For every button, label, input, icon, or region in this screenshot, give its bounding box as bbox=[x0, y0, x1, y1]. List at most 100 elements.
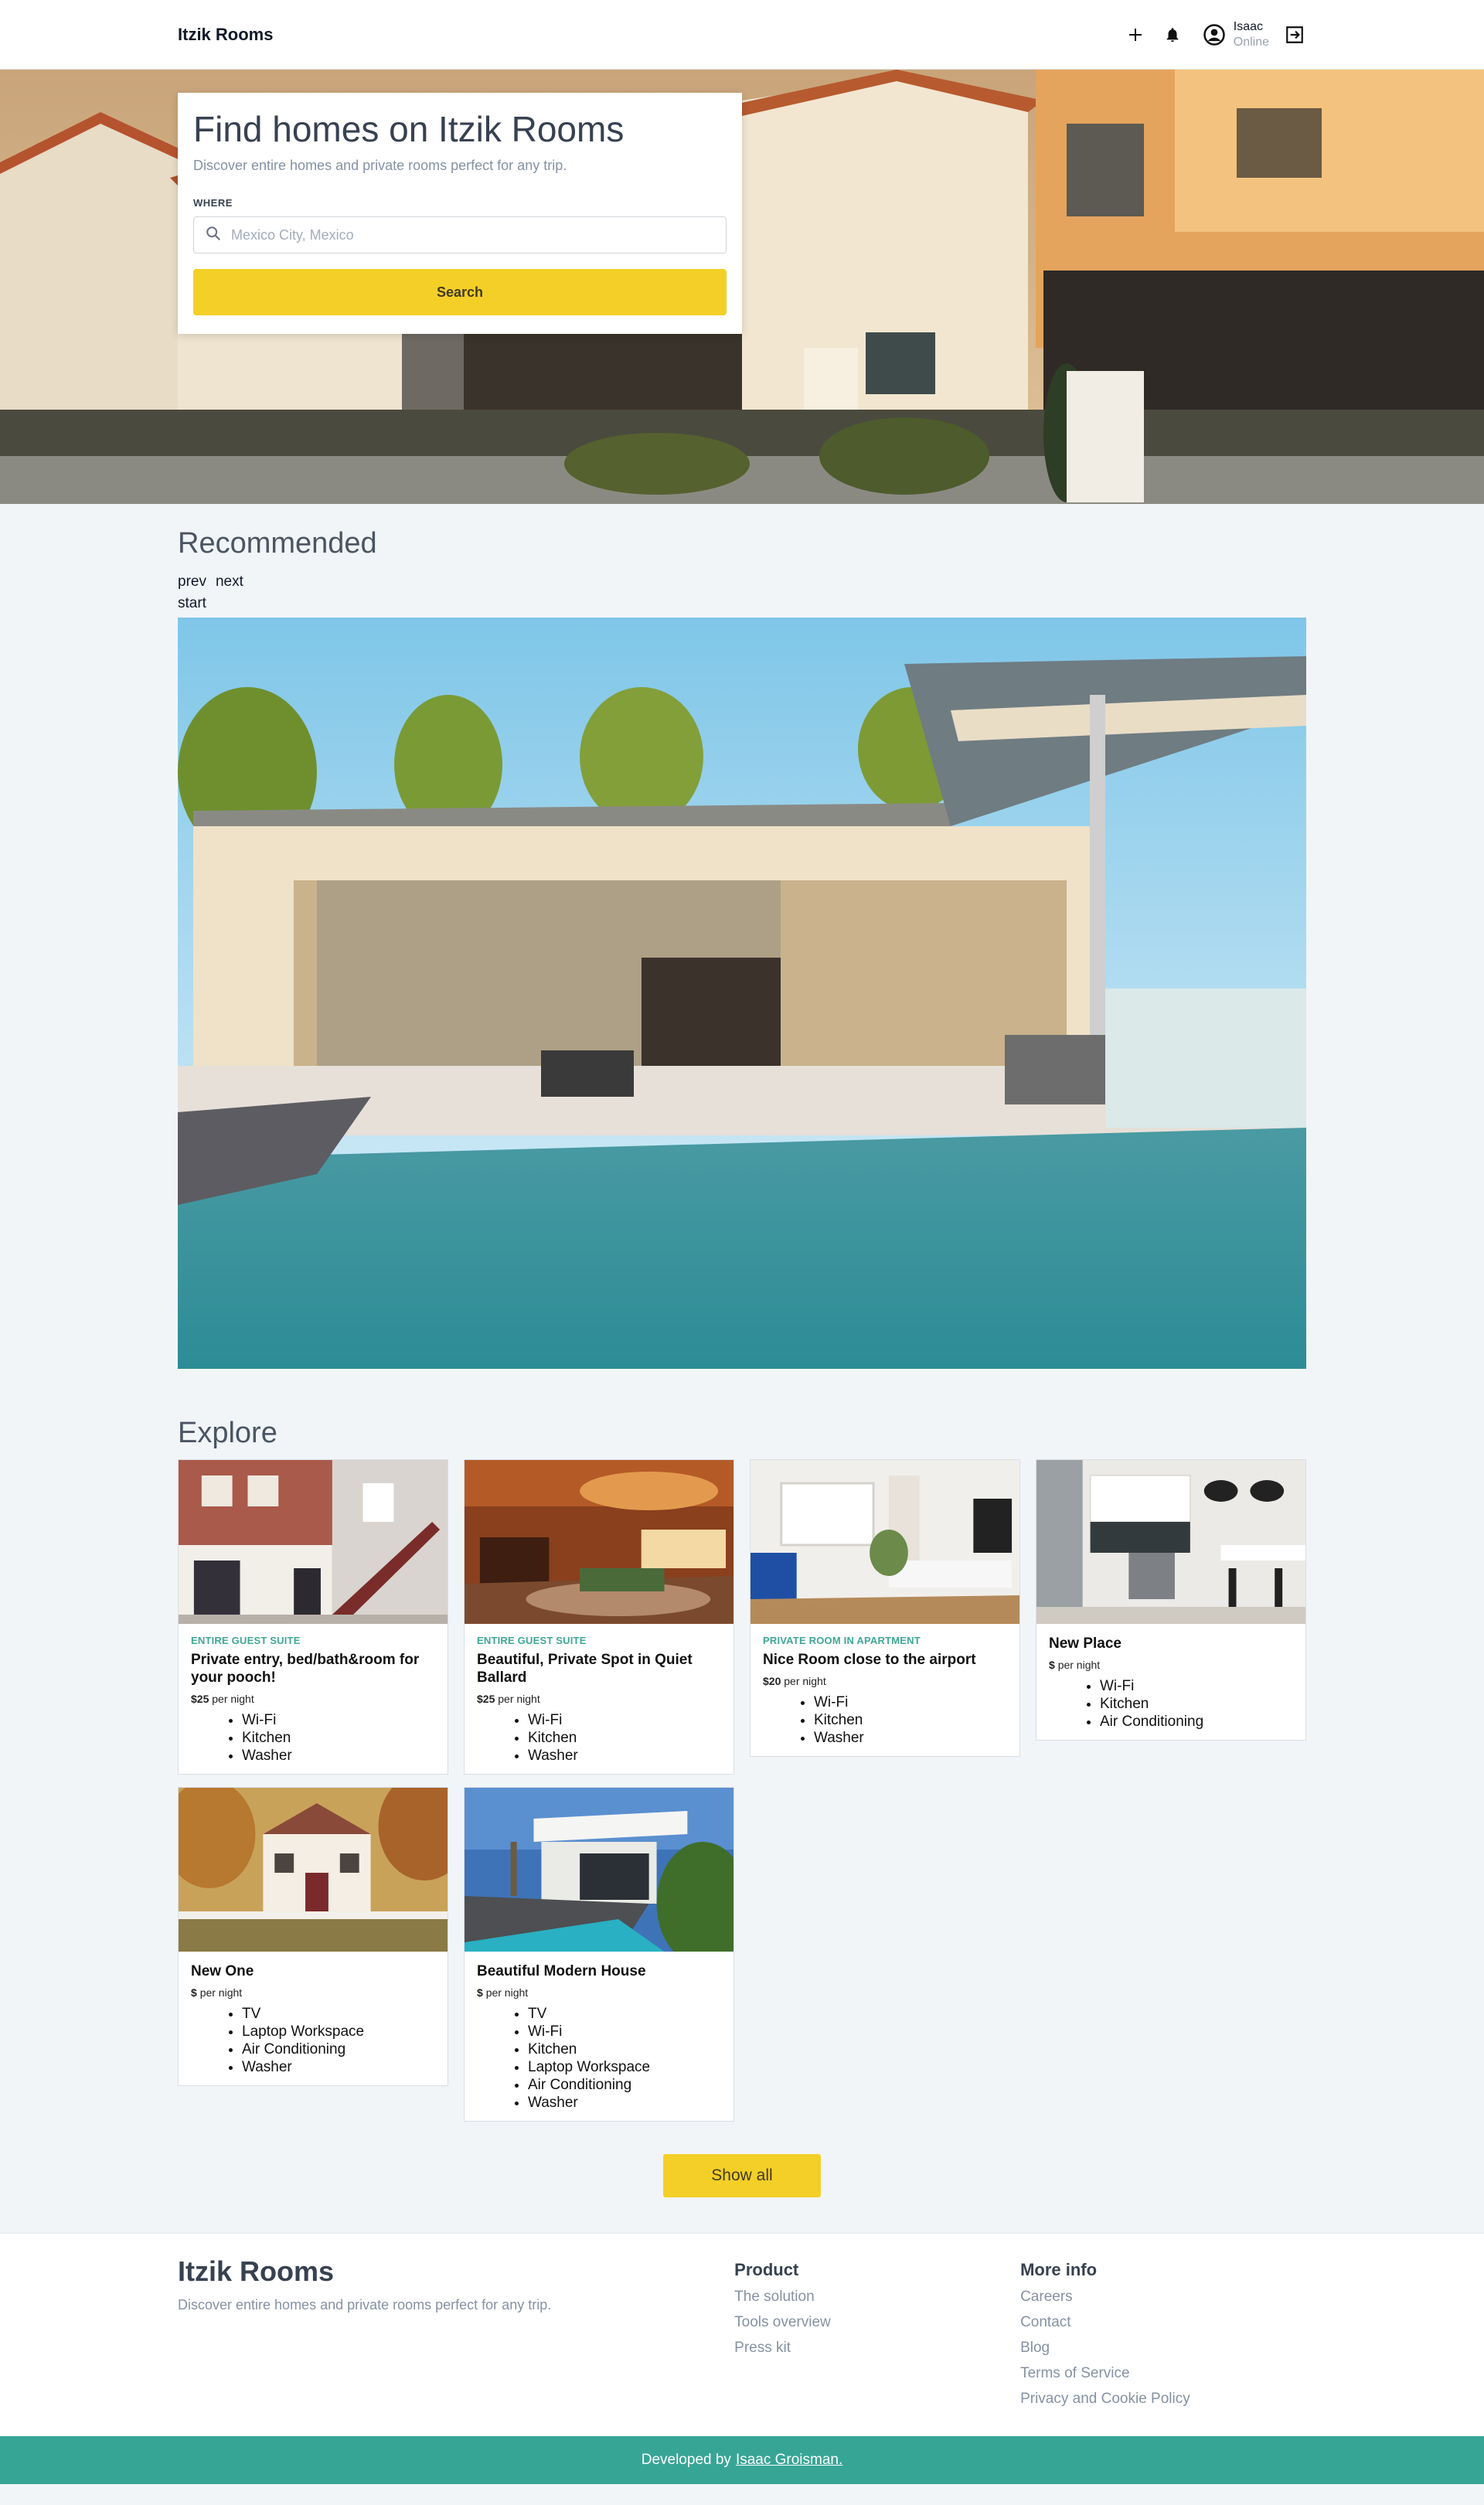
footer-brand-name[interactable]: Itzik Rooms bbox=[178, 2255, 734, 2288]
amenity-item: Kitchen bbox=[528, 1729, 721, 1747]
user-menu[interactable]: Isaac Online bbox=[1203, 19, 1269, 50]
footer-link[interactable]: Careers bbox=[1020, 2289, 1306, 2306]
developer-credit-bar: Developed by Isaac Groisman. bbox=[0, 2436, 1484, 2484]
nav-actions: Isaac Online bbox=[1124, 19, 1306, 50]
amenities-list: Wi-Fi Kitchen Washer bbox=[477, 1711, 721, 1765]
listing-grid: ENTIRE GUEST SUITE Private entry, bed/ba… bbox=[178, 1459, 1306, 2122]
listing-card[interactable]: PRIVATE ROOM IN APARTMENT Nice Room clos… bbox=[750, 1459, 1020, 1757]
top-navbar: Itzik Rooms Isaac Online bbox=[0, 0, 1484, 70]
carousel-prev-button[interactable]: prev bbox=[178, 573, 206, 590]
amenities-list: TV Wi-Fi Kitchen Laptop Workspace Air Co… bbox=[477, 2005, 721, 2112]
footer-brand: Itzik Rooms Discover entire homes and pr… bbox=[178, 2255, 734, 2408]
amenities-list: Wi-Fi Kitchen Washer bbox=[191, 1711, 435, 1765]
listing-body: New One $ per night TV Laptop Workspace … bbox=[179, 1952, 448, 2085]
listing-image bbox=[179, 1460, 448, 1624]
carousel-start-button[interactable]: start bbox=[178, 595, 206, 611]
carousel-controls: prev next start bbox=[178, 571, 1306, 614]
show-all-wrap: Show all bbox=[178, 2154, 1306, 2233]
recommended-section: Recommended prev next start bbox=[0, 504, 1484, 1369]
listing-card[interactable]: ENTIRE GUEST SUITE Private entry, bed/ba… bbox=[178, 1459, 448, 1775]
listing-type: ENTIRE GUEST SUITE bbox=[191, 1635, 301, 1646]
footer-more-column: More info Careers Contact Blog Terms of … bbox=[1020, 2255, 1306, 2408]
footer-tagline: Discover entire homes and private rooms … bbox=[178, 2297, 552, 2313]
where-input[interactable] bbox=[231, 226, 715, 243]
amenity-item: Wi-Fi bbox=[1100, 1677, 1293, 1695]
where-label: WHERE bbox=[193, 197, 233, 209]
where-field[interactable] bbox=[193, 216, 727, 254]
logout-icon[interactable] bbox=[1283, 23, 1306, 46]
footer-product-title: Product bbox=[734, 2260, 799, 2279]
user-name: Isaac bbox=[1233, 20, 1263, 33]
carousel-slide-image[interactable] bbox=[178, 618, 1306, 1369]
price-suffix: per night bbox=[784, 1675, 826, 1687]
hero-subtitle: Discover entire homes and private rooms … bbox=[193, 158, 567, 173]
footer-link[interactable]: Privacy and Cookie Policy bbox=[1020, 2391, 1306, 2408]
footer: Itzik Rooms Discover entire homes and pr… bbox=[0, 2233, 1484, 2436]
listing-body: New Place $ per night Wi-Fi Kitchen Air … bbox=[1036, 1624, 1305, 1740]
amenity-item: Air Conditioning bbox=[1100, 1713, 1293, 1731]
listing-price: $ per night bbox=[477, 1986, 721, 1999]
price-amount: $ bbox=[477, 1986, 483, 1999]
footer-link[interactable]: Contact bbox=[1020, 2314, 1306, 2331]
listing-title[interactable]: Nice Room close to the airport bbox=[763, 1651, 1007, 1669]
account-circle-icon bbox=[1203, 23, 1226, 46]
amenity-item: Wi-Fi bbox=[242, 1711, 435, 1729]
plus-icon[interactable] bbox=[1124, 23, 1147, 46]
amenity-item: Washer bbox=[814, 1729, 1007, 1747]
amenities-list: Wi-Fi Kitchen Washer bbox=[763, 1693, 1007, 1747]
footer-link[interactable]: The solution bbox=[734, 2289, 1020, 2306]
price-amount: $20 bbox=[763, 1675, 781, 1687]
listing-price: $ per night bbox=[191, 1986, 435, 1999]
listing-price: $25 per night bbox=[477, 1693, 721, 1705]
brand-logo[interactable]: Itzik Rooms bbox=[178, 25, 273, 45]
listing-body: ENTIRE GUEST SUITE Private entry, bed/ba… bbox=[179, 1624, 448, 1774]
hero-title: Find homes on Itzik Rooms bbox=[193, 109, 625, 149]
price-suffix: per night bbox=[1057, 1659, 1101, 1671]
listing-image bbox=[1036, 1460, 1305, 1624]
amenity-item: TV bbox=[242, 2005, 435, 2023]
footer-link[interactable]: Press kit bbox=[734, 2340, 1020, 2357]
price-amount: $25 bbox=[477, 1693, 495, 1705]
listing-body: PRIVATE ROOM IN APARTMENT Nice Room clos… bbox=[751, 1624, 1019, 1756]
listing-image bbox=[179, 1788, 448, 1952]
listing-title[interactable]: Beautiful Modern House bbox=[477, 1962, 721, 1980]
listing-card[interactable]: New Place $ per night Wi-Fi Kitchen Air … bbox=[1036, 1459, 1306, 1741]
listing-type: ENTIRE GUEST SUITE bbox=[477, 1635, 587, 1646]
amenities-list: Wi-Fi Kitchen Air Conditioning bbox=[1049, 1677, 1293, 1731]
listing-title[interactable]: Beautiful, Private Spot in Quiet Ballard bbox=[477, 1651, 721, 1686]
listing-title[interactable]: New Place bbox=[1049, 1635, 1293, 1652]
listing-card[interactable]: New One $ per night TV Laptop Workspace … bbox=[178, 1787, 448, 2086]
listing-body: ENTIRE GUEST SUITE Beautiful, Private Sp… bbox=[465, 1624, 733, 1774]
footer-link[interactable]: Blog bbox=[1020, 2340, 1306, 2357]
developer-link[interactable]: Isaac Groisman. bbox=[736, 2452, 842, 2469]
explore-section: Explore ENTIRE GUEST SUITE Private entry… bbox=[0, 1369, 1484, 2233]
footer-link[interactable]: Terms of Service bbox=[1020, 2365, 1306, 2382]
price-suffix: per night bbox=[485, 1986, 529, 1999]
amenity-item: TV bbox=[528, 2005, 721, 2023]
footer-link[interactable]: Tools overview bbox=[734, 2314, 1020, 2331]
carousel-next-button[interactable]: next bbox=[216, 573, 243, 590]
listing-body: Beautiful Modern House $ per night TV Wi… bbox=[465, 1952, 733, 2121]
price-suffix: per night bbox=[212, 1693, 254, 1705]
listing-title[interactable]: New One bbox=[191, 1962, 435, 1980]
listing-price: $ per night bbox=[1049, 1659, 1293, 1671]
amenity-item: Washer bbox=[242, 1747, 435, 1765]
listing-card[interactable]: Beautiful Modern House $ per night TV Wi… bbox=[464, 1787, 734, 2122]
amenity-item: Wi-Fi bbox=[528, 1711, 721, 1729]
explore-title: Explore bbox=[178, 1417, 277, 1449]
amenity-item: Washer bbox=[528, 2094, 721, 2112]
listing-image bbox=[465, 1788, 733, 1952]
user-info: Isaac Online bbox=[1234, 19, 1269, 50]
search-icon bbox=[205, 225, 222, 246]
footer-product-column: Product The solution Tools overview Pres… bbox=[734, 2255, 1020, 2408]
listing-price: $25 per night bbox=[191, 1693, 435, 1705]
listing-card[interactable]: ENTIRE GUEST SUITE Beautiful, Private Sp… bbox=[464, 1459, 734, 1775]
bell-icon[interactable] bbox=[1161, 23, 1184, 46]
listing-title[interactable]: Private entry, bed/bath&room for your po… bbox=[191, 1651, 435, 1686]
price-amount: $ bbox=[191, 1986, 197, 1999]
show-all-button[interactable]: Show all bbox=[663, 2154, 821, 2197]
amenity-item: Kitchen bbox=[814, 1711, 1007, 1729]
search-button[interactable]: Search bbox=[193, 269, 727, 315]
price-suffix: per night bbox=[498, 1693, 540, 1705]
amenity-item: Air Conditioning bbox=[242, 2040, 435, 2058]
